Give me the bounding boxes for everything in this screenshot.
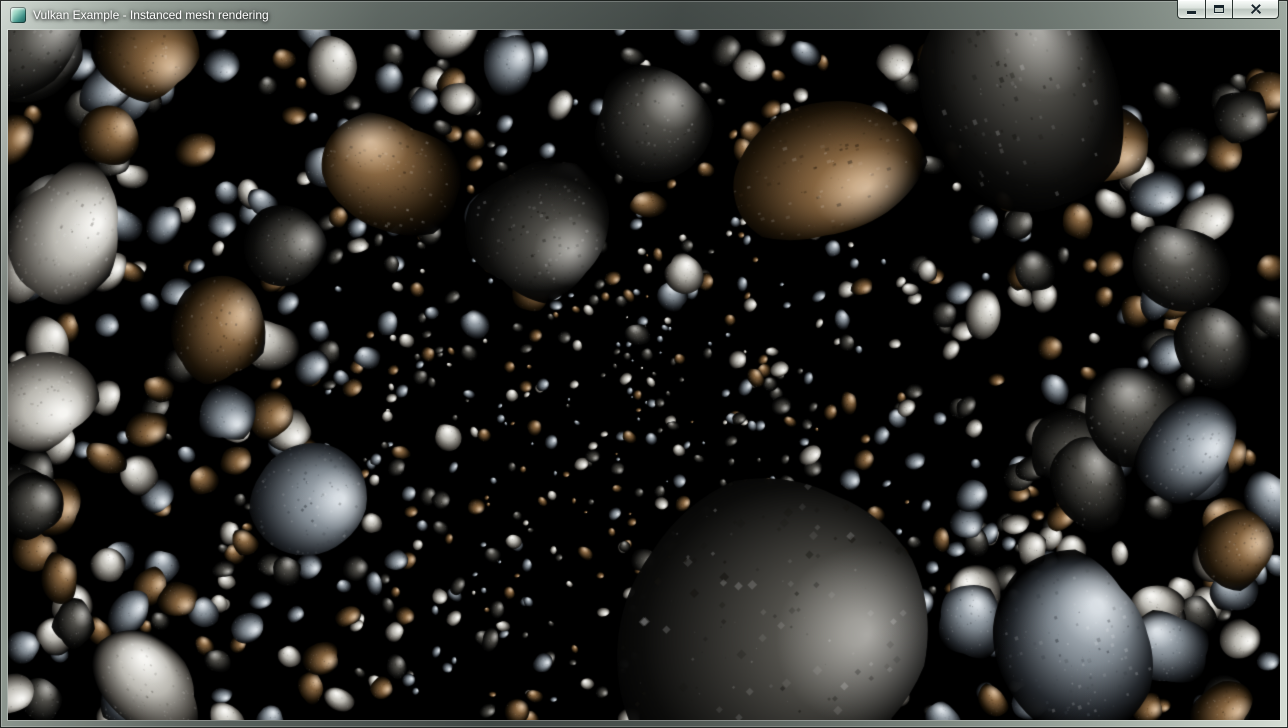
minimize-button[interactable] xyxy=(1177,0,1206,19)
window-title: Vulkan Example - Instanced mesh renderin… xyxy=(33,0,269,30)
viewport-canvas[interactable] xyxy=(8,30,1280,720)
close-icon xyxy=(1250,4,1262,14)
render-area xyxy=(8,30,1280,720)
maximize-button[interactable] xyxy=(1205,0,1233,19)
app-window: Vulkan Example - Instanced mesh renderin… xyxy=(0,0,1288,728)
title-bar[interactable]: Vulkan Example - Instanced mesh renderin… xyxy=(0,0,1288,30)
minimize-icon xyxy=(1187,11,1196,14)
close-button[interactable] xyxy=(1232,0,1279,19)
maximize-icon xyxy=(1214,5,1224,13)
caption-buttons xyxy=(1177,0,1279,19)
vulkan-app-icon xyxy=(10,7,26,23)
